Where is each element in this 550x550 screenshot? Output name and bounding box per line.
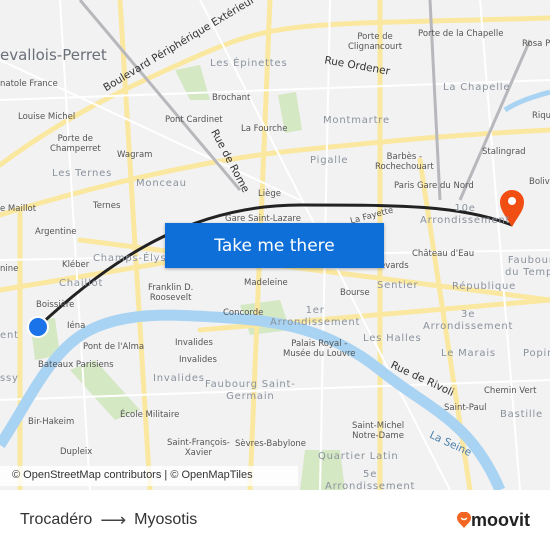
map-label: Bastille bbox=[500, 409, 544, 420]
map-label: Boissière bbox=[36, 300, 75, 310]
footer-bar: Trocadéro ⟶ Myosotis moovit bbox=[0, 490, 550, 550]
map-label: Invalides bbox=[153, 373, 205, 384]
moovit-pin-icon bbox=[456, 512, 471, 528]
map-label: Iéna bbox=[67, 321, 86, 331]
map-label: ssy bbox=[0, 373, 19, 384]
map-label: Château d'Eau bbox=[412, 249, 475, 259]
map-label: Pigalle bbox=[310, 155, 349, 166]
map-label: Rosa Pa bbox=[522, 39, 550, 49]
map-label: Louise Michel bbox=[18, 112, 76, 122]
map-label: Stalingrad bbox=[482, 147, 526, 157]
map-attribution[interactable]: © OpenStreetMap contributors | © OpenMap… bbox=[0, 466, 298, 486]
map-label: Franklin D. Roosevelt bbox=[148, 283, 194, 303]
map-label: Les Ternes bbox=[52, 168, 113, 179]
map-label: La Chapelle bbox=[443, 82, 511, 93]
map-label: Argentine bbox=[35, 227, 77, 237]
map-label: Les Épinettes bbox=[210, 58, 288, 69]
origin-marker bbox=[27, 316, 49, 338]
map-label: Dupleix bbox=[60, 447, 93, 457]
map-label: ent bbox=[0, 330, 19, 341]
map-label: Liège bbox=[258, 189, 281, 199]
map-label: evallois-Perret bbox=[0, 46, 107, 64]
map-label: Kléber bbox=[62, 260, 90, 270]
route-summary: Trocadéro ⟶ Myosotis bbox=[20, 510, 197, 531]
map-label: Invalides bbox=[179, 355, 217, 365]
map-label: 10e Arrondissement bbox=[420, 203, 511, 226]
map-label: Popin bbox=[523, 348, 550, 359]
map-label: Concorde bbox=[223, 308, 264, 318]
map-label: 1er Arrondissement bbox=[270, 305, 361, 328]
map-label: Quartier Latin bbox=[318, 451, 399, 462]
map-label: 5e Arrondissement bbox=[325, 469, 416, 490]
map-label: Pont Cardinet bbox=[165, 115, 223, 125]
map-label: natole France bbox=[0, 79, 58, 89]
map-label: Boliva bbox=[529, 177, 550, 187]
map-label: Sentier bbox=[377, 280, 419, 291]
map-label: Palais Royal - Musée du Louvre bbox=[283, 339, 356, 359]
map-label: Bateaux Parisiens bbox=[38, 360, 114, 370]
map-label: Saint-Michel Notre-Dame bbox=[352, 421, 405, 441]
map-label: Saint-Paul bbox=[444, 403, 487, 413]
map-label: Montmartre bbox=[323, 115, 390, 126]
map-label: La Fourche bbox=[241, 124, 288, 134]
map-label: Brochant bbox=[212, 93, 251, 103]
map-label: École Militaire bbox=[120, 410, 180, 420]
canal bbox=[503, 89, 550, 113]
map-label: Saint-François- Xavier bbox=[167, 438, 230, 458]
map-label: 3e Arrondissement bbox=[423, 309, 514, 332]
destination-name: Myosotis bbox=[134, 511, 198, 528]
map-label: République bbox=[452, 281, 517, 292]
map-label: Chaillot bbox=[59, 278, 104, 289]
map[interactable]: evallois-Perret Boulevard Périphérique E… bbox=[0, 0, 550, 490]
map-label: Porte de Clignancourt bbox=[348, 32, 403, 52]
map-label: Monceau bbox=[136, 178, 187, 189]
arrow-right-icon: ⟶ bbox=[100, 509, 127, 530]
map-label: Invalides bbox=[175, 338, 213, 348]
take-me-there-button[interactable]: Take me there bbox=[165, 223, 384, 268]
moovit-wordmark: moovit bbox=[470, 509, 530, 530]
origin-name: Trocadéro bbox=[20, 511, 93, 528]
map-label: Les Halles bbox=[363, 333, 422, 344]
map-label: Riqu bbox=[532, 111, 550, 121]
map-label: Ternes bbox=[93, 201, 121, 211]
map-label: Barbès - Rochechouart bbox=[375, 152, 434, 172]
map-label: e Maillot bbox=[0, 204, 37, 214]
map-label: Wagram bbox=[117, 150, 153, 160]
map-label: Porte de la Chapelle bbox=[418, 29, 504, 39]
map-label: Faubourg Saint- Germain bbox=[205, 379, 296, 402]
map-label: Sèvres-Babylone bbox=[235, 439, 307, 449]
map-label: Porte de Champerret bbox=[50, 134, 101, 154]
map-label: nine bbox=[0, 264, 19, 274]
map-label: Bir-Hakeim bbox=[28, 417, 75, 427]
map-label: Paris Gare du Nord bbox=[394, 181, 474, 191]
map-label: Faubourg du Temple bbox=[505, 255, 550, 278]
map-label: Chemin Vert bbox=[484, 386, 537, 396]
map-label: Madeleine bbox=[244, 278, 288, 288]
moovit-logo[interactable]: moovit bbox=[456, 509, 530, 531]
map-label: Bourse bbox=[340, 288, 370, 298]
map-label: Le Marais bbox=[441, 348, 496, 359]
map-label: Pont de l'Alma bbox=[83, 342, 145, 352]
